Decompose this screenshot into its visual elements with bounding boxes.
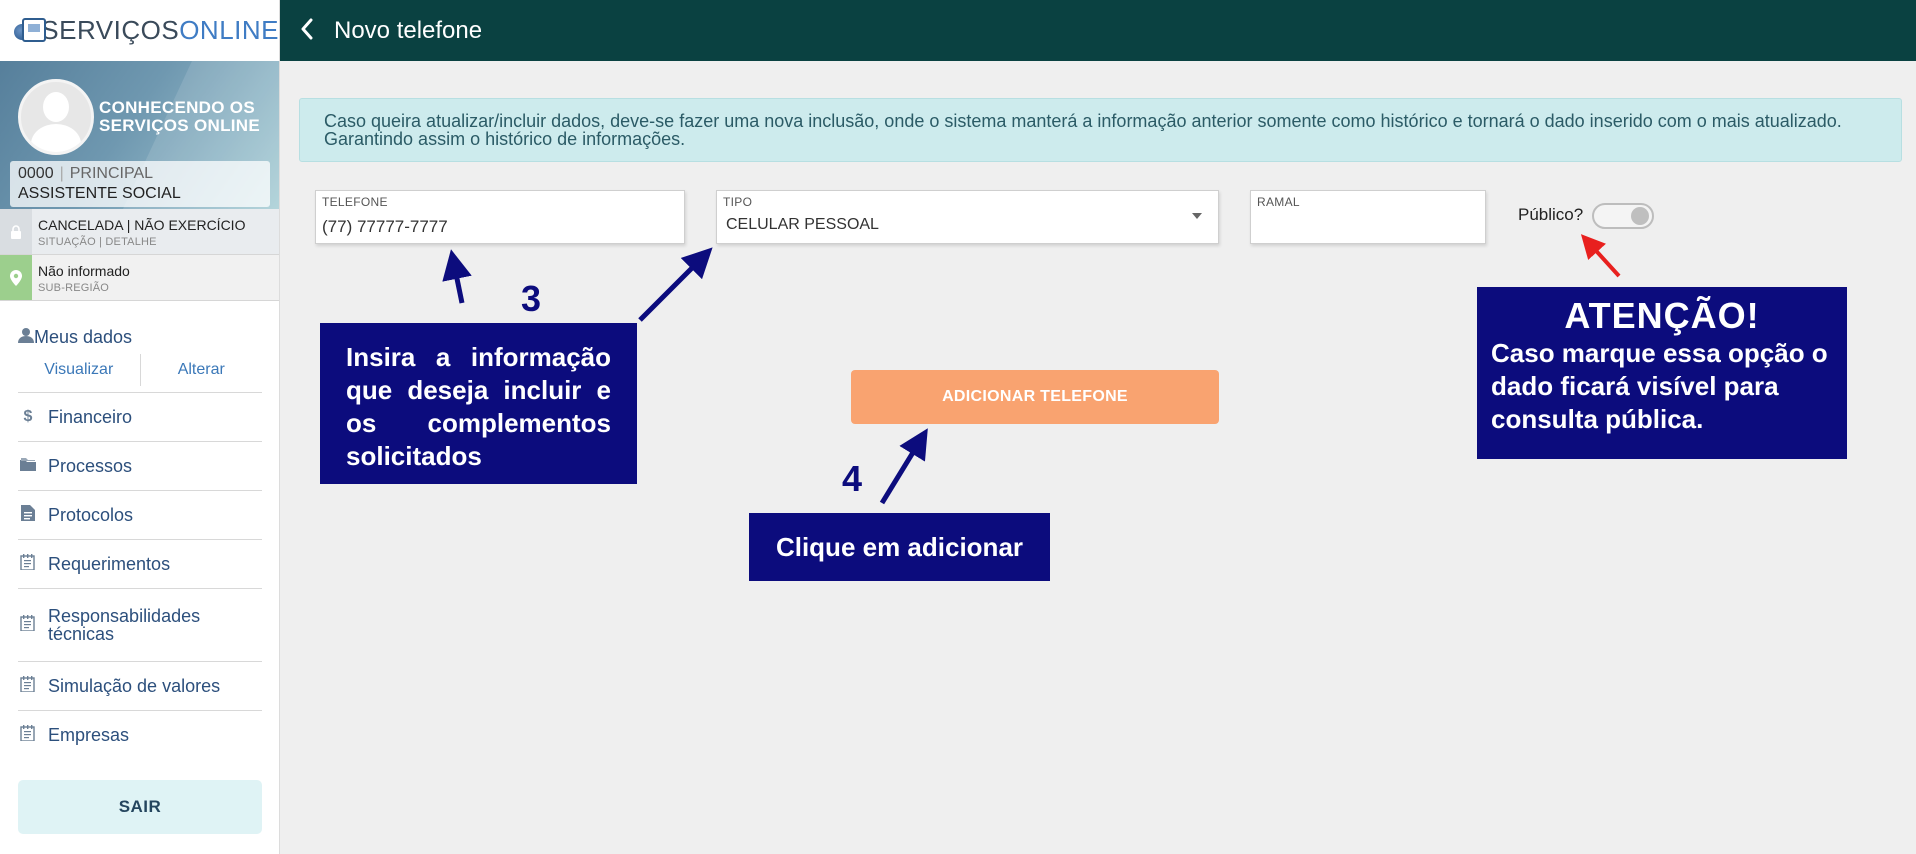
profile-name: CONHECENDO OS SERVIÇOS ONLINE (99, 98, 260, 135)
sidebar-item-financeiro[interactable]: $ Financeiro (18, 393, 262, 442)
telefone-value: (77) 77777-7777 (322, 217, 448, 236)
profile-card: CONHECENDO OS SERVIÇOS ONLINE 0000 | PRINC… (0, 61, 279, 209)
logo-icon (14, 16, 46, 46)
document-icon (18, 504, 38, 526)
avatar (18, 79, 94, 155)
region-sub: SUB-REGIÃO (38, 282, 110, 294)
sidebar-item-label: Empresas (48, 725, 130, 745)
sidebar-menu: Meus dados Visualizar Alterar $ Financei… (18, 320, 262, 759)
arrow-step3-tipo (638, 247, 713, 322)
visualizar-link[interactable]: Visualizar (18, 361, 140, 379)
sidebar: SERVIÇOSONLINE CONHECENDO OS SERVIÇOS ON… (0, 0, 280, 854)
sidebar-item-processos[interactable]: Processos (18, 442, 262, 491)
region-main: Não informado (38, 263, 130, 279)
tipo-value: CELULAR PESSOAL (726, 216, 879, 233)
tipo-select[interactable]: TIPO CELULAR PESSOAL (716, 190, 1219, 244)
notepad-icon (18, 724, 38, 746)
attention-title: ATENÇÃO! (1564, 295, 1760, 336)
status-sub: SITUAÇÃO | DETALHE (38, 236, 157, 248)
arrow-attention-toggle (1580, 234, 1621, 278)
logo-text: SERVIÇOSONLINE (41, 15, 279, 46)
notepad-icon (18, 675, 38, 697)
telefone-label: TELEFONE (322, 195, 388, 209)
notepad-icon (18, 553, 38, 575)
status-main: CANCELADA | NÃO EXERCÍCIO (38, 217, 246, 233)
sidebar-item-label: Requerimentos (48, 554, 171, 574)
logo[interactable]: SERVIÇOSONLINE (0, 0, 279, 61)
step-4-number: 4 (842, 458, 863, 499)
sidebar-item-meus-dados: Meus dados Visualizar Alterar (18, 320, 262, 393)
attention-text: Caso marque essa opção o dado ficará vis… (1491, 338, 1828, 434)
logo-text-part1: SERVIÇOS (41, 15, 180, 45)
step-4-callout: Clique em adicionar (749, 513, 1050, 581)
info-banner: Caso queira atualizar/incluir dados, dev… (299, 98, 1902, 162)
page-title: Novo telefone (334, 16, 483, 44)
ramal-field[interactable]: RAMAL (1250, 190, 1486, 244)
profession: ASSISTENTE SOCIAL (18, 185, 181, 202)
attention-callout: ATENÇÃO! Caso marque essa opção o dado f… (1477, 287, 1847, 459)
sidebar-item-simulacao[interactable]: Simulação de valores (18, 662, 262, 711)
publico-toggle[interactable] (1592, 203, 1654, 229)
location-pin-icon (0, 255, 32, 300)
caret-down-icon (1192, 213, 1202, 219)
telefone-field[interactable]: TELEFONE (77) 77777-7777 (315, 190, 685, 244)
alterar-link[interactable]: Alterar (141, 361, 263, 379)
logout-button[interactable]: SAIR (18, 780, 262, 834)
registration-box: 0000 | PRINCIPAL ASSISTENTE SOCIAL (10, 161, 270, 207)
sidebar-item-empresas[interactable]: Empresas (18, 711, 262, 759)
notepad-icon (18, 614, 38, 636)
arrow-step4-button (879, 428, 928, 505)
step-3-callout: Insira a informação que deseja incluir e… (320, 323, 637, 484)
user-icon (18, 327, 34, 348)
tipo-label: TIPO (723, 195, 753, 209)
sidebar-item-label: Processos (48, 456, 133, 476)
toggle-knob (1631, 207, 1649, 225)
sidebar-item-responsabilidades[interactable]: Responsabilidades técnicas (18, 589, 262, 662)
add-phone-button[interactable]: ADICIONAR TELEFONE (851, 370, 1219, 424)
ramal-label: RAMAL (1257, 195, 1300, 209)
sidebar-item-label: Simulação de valores (48, 676, 221, 696)
publico-label: Público? (1518, 205, 1584, 224)
folder-icon (18, 457, 38, 476)
sidebar-item-label: Responsabilidades técnicas (48, 606, 201, 644)
registration-number: 0000 (18, 165, 54, 182)
arrow-step3-telefone (442, 249, 472, 304)
sidebar-item-protocolos[interactable]: Protocolos (18, 491, 262, 540)
dollar-icon: $ (23, 408, 33, 425)
sidebar-item-label: Financeiro (48, 407, 133, 427)
sidebar-item-requerimentos[interactable]: Requerimentos (18, 540, 262, 589)
lock-icon (0, 209, 32, 254)
logo-text-part2: ONLINE (179, 15, 279, 45)
step-3-number: 3 (521, 278, 542, 319)
sidebar-item-meus-dados-label: Meus dados (34, 326, 133, 347)
sidebar-item-label: Protocolos (48, 505, 134, 525)
chevron-left-icon[interactable] (300, 18, 320, 44)
status-row[interactable]: CANCELADA | NÃO EXERCÍCIO SITUAÇÃO | DET… (0, 209, 279, 255)
header-bar: Novo telefone (280, 0, 1916, 61)
region-row[interactable]: Não informado SUB-REGIÃO (0, 255, 279, 301)
registration-type: PRINCIPAL (69, 165, 154, 182)
